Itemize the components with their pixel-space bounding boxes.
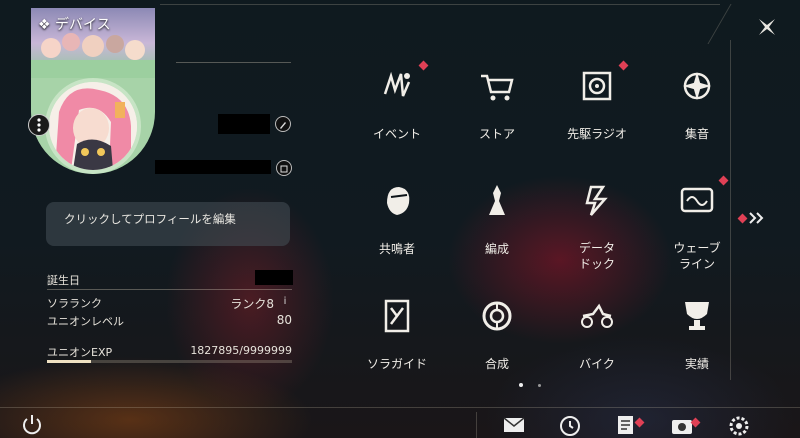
menu-label: ストア <box>478 127 515 141</box>
menu-item-event[interactable]: イベント <box>342 60 452 176</box>
clock-icon[interactable] <box>558 412 582 436</box>
event-icon <box>383 71 411 97</box>
menu-label: 先駆ラジオ <box>567 127 627 141</box>
menu-label: 編成 <box>484 242 509 256</box>
menu-item-echo[interactable]: 集音 <box>642 66 752 176</box>
union-level-value: 80 <box>276 313 292 327</box>
edit-name-button[interactable] <box>275 116 291 132</box>
menu-item-waveline[interactable]: ウェーブ ライン <box>642 175 752 291</box>
power-icon[interactable] <box>20 412 44 436</box>
bottom-separator <box>476 412 477 438</box>
sola-rank-value: ランク8 <box>230 297 274 311</box>
stat-label-sola-rank: ソラランク <box>47 297 102 310</box>
menu-item-radio[interactable]: 先駆ラジオ <box>542 60 652 176</box>
card-divider <box>176 62 291 63</box>
mail-icon[interactable] <box>502 412 526 436</box>
menu-label: 共鳴者 <box>378 242 415 256</box>
pager-dot-2[interactable] <box>538 384 541 387</box>
menu-label: ソラガイド <box>366 357 427 371</box>
birthday-redacted <box>255 270 293 285</box>
menu-label: 集音 <box>684 127 709 141</box>
menu-item-bike[interactable]: バイク <box>542 296 652 406</box>
pencil-icon <box>280 122 286 129</box>
frame-top-line <box>160 4 720 5</box>
store-icon <box>481 74 514 101</box>
menu-item-achievement[interactable]: 実績 <box>642 296 752 406</box>
camera-icon[interactable] <box>670 412 694 436</box>
close-icon[interactable] <box>756 16 778 38</box>
avatar[interactable] <box>45 78 141 174</box>
guide-icon <box>384 299 410 333</box>
exp-progress-bar <box>47 360 292 363</box>
resonator-icon <box>387 187 410 215</box>
menu-item-data-dock[interactable]: データ ドック <box>542 181 652 291</box>
menu-label: データ ドック <box>578 241 615 271</box>
menu-label: イベント <box>372 127 421 141</box>
menu-label: 実績 <box>684 357 709 371</box>
synthesis-icon <box>482 301 512 331</box>
waveline-icon <box>680 187 714 213</box>
settings-gear-icon[interactable] <box>727 412 751 436</box>
menu-item-resonator[interactable]: 共鳴者 <box>342 181 452 291</box>
exp-value: 1827895/9999999 <box>190 344 292 357</box>
player-id-redacted <box>155 160 271 174</box>
menu-item-store[interactable]: ストア <box>442 66 552 176</box>
profile-edit-box[interactable]: クリックしてプロフィールを編集 <box>46 202 290 246</box>
copy-id-button[interactable] <box>276 160 292 176</box>
menu-item-synthesis[interactable]: 合成 <box>442 296 552 406</box>
radio-icon <box>582 71 612 101</box>
echo-icon <box>683 72 711 100</box>
team-icon <box>489 185 505 215</box>
panel-title: ❖ デバイス <box>38 17 111 33</box>
notes-icon[interactable] <box>614 412 638 436</box>
menu-label: 合成 <box>484 357 509 371</box>
exp-progress-fill <box>47 360 92 363</box>
stat-label-birthday: 誕生日 <box>47 274 80 287</box>
exp-label: ユニオンEXP <box>47 346 113 359</box>
more-icon <box>37 118 41 132</box>
copy-icon <box>280 165 288 173</box>
achievement-icon <box>685 302 709 330</box>
device-icon: ❖ <box>38 17 51 33</box>
stat-divider <box>47 289 292 290</box>
info-icon[interactable]: i <box>279 296 291 308</box>
stat-label-union-level: ユニオンレベル <box>47 315 124 328</box>
menu-label: ウェーブ ライン <box>673 241 721 271</box>
options-button[interactable] <box>28 114 50 136</box>
pager-dot-1[interactable] <box>519 383 523 387</box>
next-page-arrow-icon[interactable] <box>748 211 766 225</box>
menu-item-guide[interactable]: ソラガイド <box>342 296 452 406</box>
menu-label: バイク <box>579 357 615 371</box>
bike-icon <box>581 303 613 328</box>
menu-item-team[interactable]: 編成 <box>442 181 552 291</box>
profile-edit-prompt: クリックしてプロフィールを編集 <box>64 212 236 226</box>
player-name-redacted <box>218 114 270 134</box>
data-dock-icon <box>585 185 608 216</box>
